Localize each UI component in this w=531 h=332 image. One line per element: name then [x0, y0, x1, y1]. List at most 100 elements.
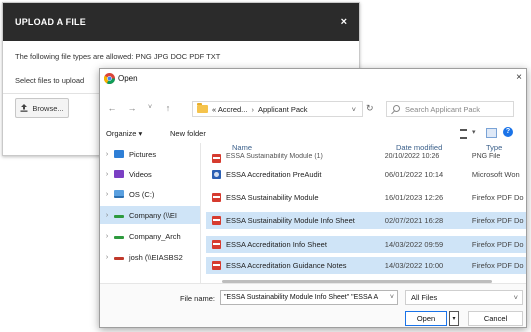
- file-name: ESSA Sustainability Module: [226, 193, 319, 202]
- navigation-pane: › Pictures › Videos › OS (C:) › Company …: [100, 143, 201, 283]
- file-date: 06/01/2022 10:14: [384, 170, 444, 179]
- browse-button[interactable]: Browse...: [15, 98, 69, 118]
- pdf-file-icon: [212, 154, 221, 163]
- view-options-icon[interactable]: [460, 129, 467, 139]
- address-dropdown-icon[interactable]: ˅: [352, 105, 356, 114]
- file-name-input[interactable]: "ESSA Sustainability Module Info Sheet" …: [220, 290, 398, 305]
- file-row[interactable]: ESSA Accreditation PreAudit 06/01/2022 1…: [206, 166, 526, 183]
- file-type: PNG File: [471, 153, 501, 160]
- select-files-text: Select files to upload: [15, 76, 85, 85]
- column-header-name[interactable]: Name: [232, 143, 252, 152]
- browse-button-label: Browse...: [32, 103, 64, 113]
- file-row-selected[interactable]: ESSA Accreditation Guidance Notes 14/03/…: [206, 257, 526, 274]
- open-button[interactable]: Open: [405, 311, 447, 326]
- expand-icon[interactable]: ›: [100, 151, 114, 158]
- upload-modal-title: UPLOAD A FILE: [15, 17, 86, 27]
- allowed-file-types-text: The following file types are allowed: PN…: [15, 52, 221, 61]
- pdf-file-icon: [212, 216, 221, 225]
- open-file-dialog: Open × ← → ˅ ↑ « Accred... › Applicant P…: [99, 68, 527, 328]
- pictures-icon: [114, 150, 124, 158]
- file-name: ESSA Accreditation Info Sheet: [226, 240, 327, 249]
- chevron-down-icon: ˅: [513, 293, 518, 302]
- back-button[interactable]: ←: [106, 101, 118, 115]
- search-placeholder: Search Applicant Pack: [405, 104, 481, 114]
- file-name: ESSA Sustainability Module Info Sheet: [226, 216, 355, 225]
- file-type: Microsoft Won: [471, 170, 520, 179]
- dialog-titlebar: Open ×: [100, 69, 526, 89]
- forward-button[interactable]: →: [126, 101, 138, 115]
- nav-item-pictures[interactable]: › Pictures: [100, 145, 200, 163]
- expand-icon[interactable]: ›: [100, 212, 114, 219]
- pdf-file-icon: [212, 193, 221, 202]
- file-name-value: "ESSA Sustainability Module Info Sheet" …: [224, 294, 379, 301]
- file-date: 16/01/2023 12:26: [384, 193, 444, 202]
- address-part[interactable]: « Accred...: [212, 105, 247, 114]
- dialog-close-button[interactable]: ×: [516, 72, 522, 83]
- file-list: Name Date modified Type ESSA Sustainabil…: [202, 143, 526, 283]
- search-icon: [393, 105, 400, 112]
- upload-modal-close-button[interactable]: ×: [341, 16, 347, 28]
- view-dropdown-icon[interactable]: ▾: [472, 128, 476, 136]
- dialog-footer: File name: "ESSA Sustainability Module I…: [100, 283, 526, 327]
- recent-locations-button[interactable]: ˅: [144, 101, 156, 115]
- file-date: 14/03/2022 09:59: [384, 240, 444, 249]
- search-input[interactable]: Search Applicant Pack: [386, 101, 514, 117]
- file-type: Firefox PDF Do: [471, 193, 524, 202]
- word-file-icon: [212, 170, 221, 179]
- file-row-selected[interactable]: ESSA Accreditation Info Sheet 14/03/2022…: [206, 236, 526, 253]
- disconnected-drive-icon: [114, 257, 124, 260]
- file-name: ESSA Accreditation PreAudit: [226, 170, 322, 179]
- dialog-toolbar: Organize ▾ New folder ▾ ?: [100, 127, 526, 141]
- help-icon[interactable]: ?: [503, 127, 513, 137]
- expand-icon[interactable]: ›: [100, 191, 114, 198]
- organize-menu[interactable]: Organize ▾: [106, 129, 142, 138]
- expand-icon[interactable]: ›: [100, 233, 114, 240]
- file-type-value: All Files: [411, 293, 438, 302]
- refresh-icon[interactable]: ↻: [366, 103, 374, 114]
- videos-icon: [114, 170, 124, 178]
- file-date: 02/07/2021 16:28: [384, 216, 444, 225]
- drive-icon: [114, 190, 124, 198]
- open-options-button[interactable]: ▾: [449, 311, 459, 326]
- nav-item-josh[interactable]: › josh (\\EIASBS2: [100, 248, 200, 266]
- column-header-date[interactable]: Date modified: [396, 143, 442, 152]
- file-type: Firefox PDF Do: [471, 261, 524, 270]
- file-row[interactable]: ESSA Sustainability Module (1) 20/10/202…: [206, 153, 526, 163]
- chrome-icon: [104, 73, 115, 84]
- nav-item-videos[interactable]: › Videos: [100, 165, 200, 183]
- new-folder-button[interactable]: New folder: [170, 129, 206, 138]
- file-name: ESSA Accreditation Guidance Notes: [226, 261, 347, 270]
- file-name-label: File name:: [180, 294, 216, 303]
- file-type-select[interactable]: All Files ˅: [405, 290, 523, 305]
- nav-item-label: Company (\\EI: [129, 210, 177, 220]
- file-name: ESSA Sustainability Module (1): [226, 153, 323, 160]
- nav-item-os-drive[interactable]: › OS (C:): [100, 185, 200, 203]
- nav-item-label: Videos: [129, 169, 152, 179]
- expand-icon[interactable]: ›: [100, 171, 114, 178]
- pdf-file-icon: [212, 240, 221, 249]
- address-current[interactable]: Applicant Pack: [258, 105, 308, 114]
- folder-icon: [197, 103, 208, 113]
- network-drive-icon: [114, 215, 124, 218]
- file-row-selected[interactable]: ESSA Sustainability Module Info Sheet 02…: [206, 212, 526, 229]
- nav-item-company-arch[interactable]: › Company_Arch: [100, 227, 200, 245]
- up-button[interactable]: ↑: [162, 101, 174, 115]
- nav-item-label: OS (C:): [129, 189, 155, 199]
- nav-item-company[interactable]: › Company (\\EI: [100, 206, 200, 224]
- cancel-button[interactable]: Cancel: [468, 311, 523, 326]
- address-bar[interactable]: « Accred... › Applicant Pack ˅: [192, 101, 363, 117]
- pdf-file-icon: [212, 261, 221, 270]
- file-date: 20/10/2022 10:26: [384, 153, 440, 160]
- upload-modal-header: UPLOAD A FILE ×: [3, 3, 359, 41]
- nav-item-label: Company_Arch: [129, 231, 181, 241]
- nav-item-label: Pictures: [129, 149, 157, 159]
- column-header-type[interactable]: Type: [486, 143, 502, 152]
- upload-icon: [20, 104, 28, 112]
- preview-pane-icon[interactable]: [486, 128, 497, 138]
- file-row[interactable]: ESSA Sustainability Module 16/01/2023 12…: [206, 189, 526, 206]
- file-type: Firefox PDF Do: [471, 240, 524, 249]
- chevron-down-icon[interactable]: ˅: [390, 294, 397, 301]
- address-separator: ›: [251, 104, 254, 114]
- file-type: Firefox PDF Do: [471, 216, 524, 225]
- expand-icon[interactable]: ›: [100, 254, 114, 261]
